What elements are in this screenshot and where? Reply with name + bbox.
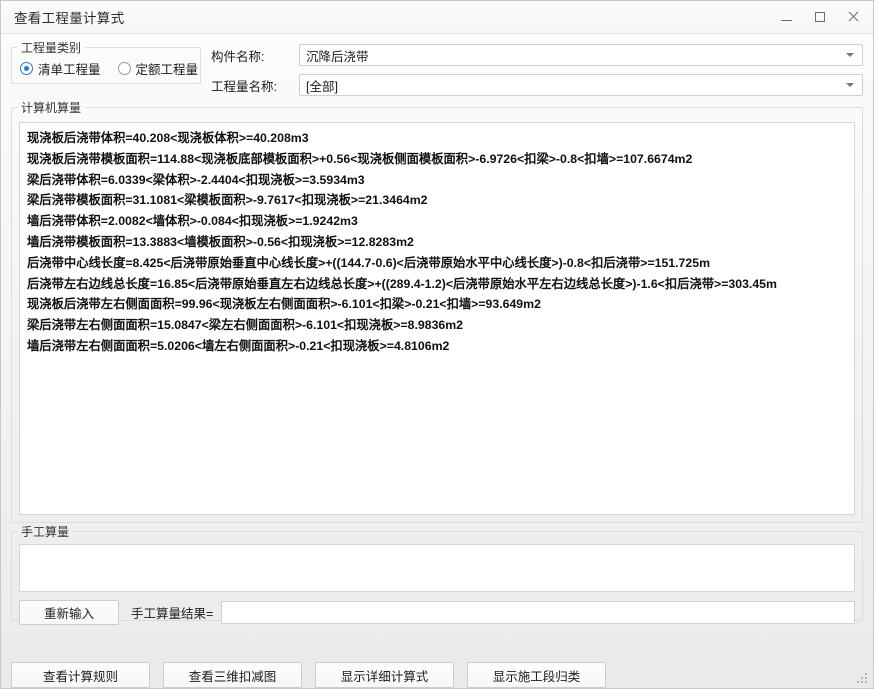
quantity-name-combobox[interactable]: [全部] — [299, 74, 863, 96]
manual-calculation-group: 手工算量 重新输入 手工算量结果= — [11, 523, 863, 625]
radio-norm-quantity-icon — [117, 62, 131, 75]
computer-calculation-legend: 计算机算量 — [21, 101, 82, 115]
quantity-name-label: 工程量名称: — [211, 79, 277, 94]
view-calculation-rules-button[interactable]: 查看计算规则 — [11, 662, 150, 688]
radio-list-quantity[interactable]: 清单工程量 — [20, 59, 101, 78]
calc-line-text: 现浇板后浇带左右侧面面积=99.96<现浇板左右侧面面积>-6.101<扣梁>-… — [27, 297, 541, 312]
maximize-button[interactable] — [803, 2, 836, 33]
calc-line-text: 梁后浇带左右侧面面积=15.0847<梁左右侧面面积>-6.101<扣现浇板>=… — [27, 318, 464, 333]
calc-line: 墙后浇带左右侧面面积=5.0206<墙左右侧面面积>-0.21<扣现浇板>=4.… — [27, 336, 847, 357]
calc-line: 后浇带左右边线总长度=16.85<后浇带原始垂直左右边线总长度>+((289.4… — [27, 274, 847, 295]
calc-line: 梁后浇带左右侧面面积=15.0847<梁左右侧面面积>-6.101<扣现浇板>=… — [27, 315, 847, 336]
calc-line-text: 后浇带左右边线总长度=16.85<后浇带原始垂直左右边线总长度>+((289.4… — [27, 276, 777, 291]
minimize-button[interactable] — [770, 2, 803, 33]
calc-line: 墙后浇带体积=2.0082<墙体积>-0.084<扣现浇板>=1.9242m3 — [27, 211, 847, 232]
maximize-icon — [814, 12, 825, 22]
radio-list-quantity-label: 清单工程量 — [38, 63, 101, 77]
component-name-row: 构件名称: 沉降后浇带 — [211, 44, 863, 66]
reinput-button[interactable]: 重新输入 — [19, 600, 119, 625]
computer-calculation-group: 计算机算量 现浇板后浇带体积=40.208<现浇板体积>=40.208m3 现浇… — [11, 99, 863, 523]
calc-line-text: 现浇板后浇带体积=40.208<现浇板体积>=40.208m3 — [27, 131, 309, 145]
calc-line: 梁后浇带体积=6.0339<梁体积>-2.4404<扣现浇板>=3.5934m3 — [27, 170, 847, 191]
calc-line: 现浇板后浇带左右侧面面积=99.96<现浇板左右侧面面积>-6.101<扣梁>-… — [27, 294, 847, 315]
close-icon — [847, 11, 859, 23]
minimize-icon — [781, 19, 792, 21]
calc-line: 现浇板后浇带体积=40.208<现浇板体积>=40.208m3 — [27, 128, 847, 149]
calc-line-text: 墙后浇带模板面积=13.3883<墙模板面积>-0.56<扣现浇板>=12.82… — [27, 234, 414, 249]
bottom-button-bar: 查看计算规则 查看三维扣减图 显示详细计算式 显示施工段归类 — [1, 653, 873, 688]
manual-result-label: 手工算量结果= — [131, 607, 214, 621]
radio-norm-quantity-label: 定额工程量 — [135, 63, 199, 77]
calc-line-text: 梁后浇带体积=6.0339<梁体积>-2.4404<扣现浇板>=3.5934m3 — [27, 172, 365, 187]
radio-list-quantity-icon — [20, 62, 33, 75]
computer-calculation-textarea[interactable]: 现浇板后浇带体积=40.208<现浇板体积>=40.208m3 现浇板后浇带模板… — [19, 122, 855, 515]
calc-line-text: 墙后浇带体积=2.0082<墙体积>-0.084<扣现浇板>=1.9242m3 — [27, 214, 358, 229]
quantity-name-value: [全部] — [306, 79, 338, 94]
calc-line-text: 现浇板后浇带模板面积=114.88<现浇板底部模板面积>+0.56<现浇板侧面模… — [27, 151, 693, 166]
title-bar: 查看工程量计算式 — [1, 1, 873, 34]
view-3d-deduction-diagram-button[interactable]: 查看三维扣减图 — [163, 662, 302, 688]
resize-grip-icon[interactable] — [857, 673, 869, 685]
show-construction-section-grouping-button[interactable]: 显示施工段归类 — [467, 662, 606, 688]
field-column: 构件名称: 沉降后浇带 工程量名称: [全部] — [211, 39, 863, 96]
chevron-down-icon[interactable] — [846, 53, 854, 57]
radio-norm-quantity[interactable]: 定额工程量 — [117, 59, 199, 78]
manual-calculation-legend: 手工算量 — [21, 525, 70, 539]
window-controls — [770, 1, 869, 34]
component-name-label: 构件名称: — [211, 49, 265, 64]
top-row: 工程量类别 清单工程量 定额工程量 构件名称: 沉降后浇带 工程量名称: [全部… — [11, 34, 863, 99]
window-title: 查看工程量计算式 — [14, 11, 125, 26]
quantity-category-options: 清单工程量 定额工程量 — [12, 56, 200, 78]
manual-calculation-input[interactable] — [19, 544, 855, 592]
manual-result-input[interactable] — [221, 601, 855, 624]
manual-calculation-row: 重新输入 手工算量结果= — [19, 600, 855, 625]
component-name-value: 沉降后浇带 — [306, 49, 369, 64]
chevron-down-icon[interactable] — [846, 83, 854, 87]
calc-line: 墙后浇带模板面积=13.3883<墙模板面积>-0.56<扣现浇板>=12.82… — [27, 232, 847, 253]
manual-calculation-inner: 重新输入 手工算量结果= — [12, 540, 862, 625]
calc-line-text: 墙后浇带左右侧面面积=5.0206<墙左右侧面面积>-0.21<扣现浇板>=4.… — [27, 338, 450, 353]
calc-line: 现浇板后浇带模板面积=114.88<现浇板底部模板面积>+0.56<现浇板侧面模… — [27, 149, 847, 170]
quantity-category-group: 工程量类别 清单工程量 定额工程量 — [11, 39, 201, 84]
calc-line: 后浇带中心线长度=8.425<后浇带原始垂直中心线长度>+((144.7-0.6… — [27, 253, 847, 274]
view-quantity-formula-window: 查看工程量计算式 工程量类别 清单工程量 定额工程量 构件名称: 沉降后浇带 工… — [0, 0, 874, 689]
quantity-name-row: 工程量名称: [全部] — [211, 74, 863, 96]
show-detailed-formula-button[interactable]: 显示详细计算式 — [315, 662, 454, 688]
calc-line-text: 梁后浇带模板面积=31.1081<梁模板面积>-9.7617<扣现浇板>=21.… — [27, 193, 428, 208]
calc-line: 梁后浇带模板面积=31.1081<梁模板面积>-9.7617<扣现浇板>=21.… — [27, 190, 847, 211]
window-content: 工程量类别 清单工程量 定额工程量 构件名称: 沉降后浇带 工程量名称: [全部… — [1, 34, 873, 653]
close-button[interactable] — [836, 2, 869, 33]
component-name-combobox[interactable]: 沉降后浇带 — [299, 44, 863, 66]
calc-line-text: 后浇带中心线长度=8.425<后浇带原始垂直中心线长度>+((144.7-0.6… — [27, 255, 711, 270]
quantity-category-legend: 工程量类别 — [21, 41, 82, 55]
